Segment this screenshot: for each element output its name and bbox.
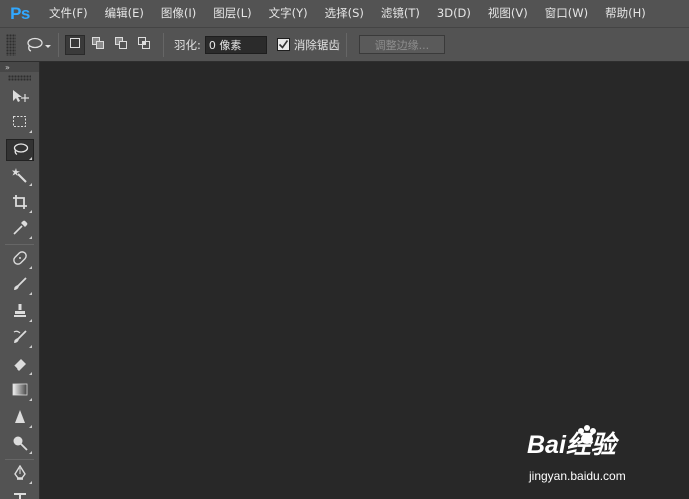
move-icon	[11, 88, 29, 107]
eraser-tool[interactable]	[0, 352, 40, 379]
menu-help[interactable]: 帮助(H)	[596, 0, 654, 27]
checkmark-icon	[278, 40, 289, 49]
bandage-icon	[12, 250, 28, 269]
feather-input[interactable]	[204, 35, 267, 54]
eyedropper-tool[interactable]	[0, 217, 40, 244]
dodge-icon	[12, 435, 28, 454]
rectangular-marquee-icon	[12, 115, 28, 132]
lasso-tool[interactable]	[0, 137, 40, 164]
eyedropper-icon	[12, 220, 28, 239]
new-selection-icon	[69, 37, 81, 52]
baidu-watermark: Bai经验 jingyan.baidu.com	[527, 425, 667, 495]
new-selection-button[interactable]	[65, 34, 85, 55]
brush-icon	[12, 276, 28, 295]
marquee-tool[interactable]	[0, 111, 40, 138]
add-to-selection-button[interactable]	[88, 35, 108, 55]
eraser-icon	[12, 356, 28, 375]
divider	[345, 32, 347, 57]
dodge-tool[interactable]	[0, 432, 40, 459]
tool-preset-picker[interactable]	[24, 34, 52, 56]
move-tool[interactable]	[0, 84, 40, 111]
menu-view[interactable]: 视图(V)	[479, 0, 536, 27]
divider	[58, 32, 59, 57]
clone-stamp-tool[interactable]	[0, 299, 40, 326]
type-tool[interactable]	[0, 488, 40, 499]
menu-filter[interactable]: 滤镜(T)	[372, 0, 428, 27]
paw-icon	[574, 423, 600, 452]
stamp-icon	[12, 303, 28, 322]
options-bar: 羽化: 消除锯齿 调整边缘...	[0, 27, 689, 62]
blur-tool[interactable]	[0, 405, 40, 432]
lasso-icon	[24, 37, 44, 53]
menu-layer[interactable]: 图层(L)	[204, 0, 259, 27]
tools-panel-grip[interactable]	[8, 75, 31, 81]
menu-bar: Ps 文件(F) 编辑(E) 图像(I) 图层(L) 文字(Y) 选择(S) 滤…	[0, 0, 689, 27]
gradient-icon	[12, 383, 28, 400]
menu-3d[interactable]: 3D(D)	[428, 0, 479, 27]
magic-wand-icon	[11, 167, 29, 186]
intersect-selection-button[interactable]	[134, 35, 154, 55]
history-brush-tool[interactable]	[0, 326, 40, 353]
blur-icon	[13, 409, 27, 428]
add-selection-icon	[91, 36, 105, 53]
antialias-checkbox[interactable]	[276, 38, 290, 51]
feather-label: 羽化:	[174, 37, 201, 52]
menu-image[interactable]: 图像(I)	[152, 0, 204, 27]
menu-items: 文件(F) 编辑(E) 图像(I) 图层(L) 文字(Y) 选择(S) 滤镜(T…	[40, 0, 654, 27]
divider	[163, 32, 164, 57]
menu-type[interactable]: 文字(Y)	[260, 0, 316, 27]
lasso-icon	[11, 142, 29, 159]
menu-select[interactable]: 选择(S)	[316, 0, 372, 27]
subtract-selection-icon	[114, 36, 128, 53]
brush-tool[interactable]	[0, 273, 40, 300]
pen-icon	[12, 464, 28, 484]
tools-panel: »	[0, 62, 40, 499]
menu-file[interactable]: 文件(F)	[40, 0, 96, 27]
chevron-down-icon	[44, 37, 52, 53]
collapse-panel-button[interactable]: »	[0, 62, 39, 72]
intersect-selection-icon	[137, 36, 151, 53]
watermark-url: jingyan.baidu.com	[529, 469, 626, 483]
options-bar-grip[interactable]	[6, 33, 16, 56]
magic-wand-tool[interactable]	[0, 164, 40, 191]
gradient-tool[interactable]	[0, 379, 40, 406]
type-icon	[13, 492, 27, 499]
pen-tool[interactable]	[0, 461, 40, 488]
watermark-logo: Bai经验	[527, 431, 616, 459]
antialias-option[interactable]: 消除锯齿	[276, 37, 340, 53]
menu-edit[interactable]: 编辑(E)	[96, 0, 152, 27]
refine-edge-button[interactable]: 调整边缘...	[358, 35, 445, 54]
crop-icon	[12, 194, 28, 213]
antialias-label: 消除锯齿	[293, 37, 340, 52]
healing-brush-tool[interactable]	[0, 246, 40, 273]
crop-tool[interactable]	[0, 190, 40, 217]
history-brush-icon	[12, 329, 28, 348]
menu-window[interactable]: 窗口(W)	[536, 0, 596, 27]
photoshop-logo: Ps	[10, 3, 30, 23]
subtract-from-selection-button[interactable]	[111, 35, 131, 55]
